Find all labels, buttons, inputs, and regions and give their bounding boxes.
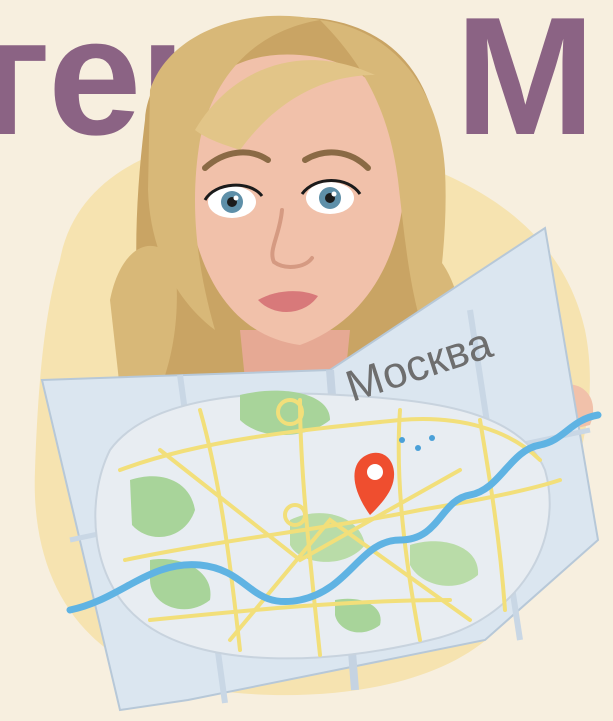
water-drop bbox=[429, 435, 435, 441]
illustration-scene: генте М bbox=[0, 0, 613, 721]
character-illustration: Москва bbox=[34, 15, 602, 712]
water-drop bbox=[399, 437, 405, 443]
water-drop bbox=[415, 445, 421, 451]
